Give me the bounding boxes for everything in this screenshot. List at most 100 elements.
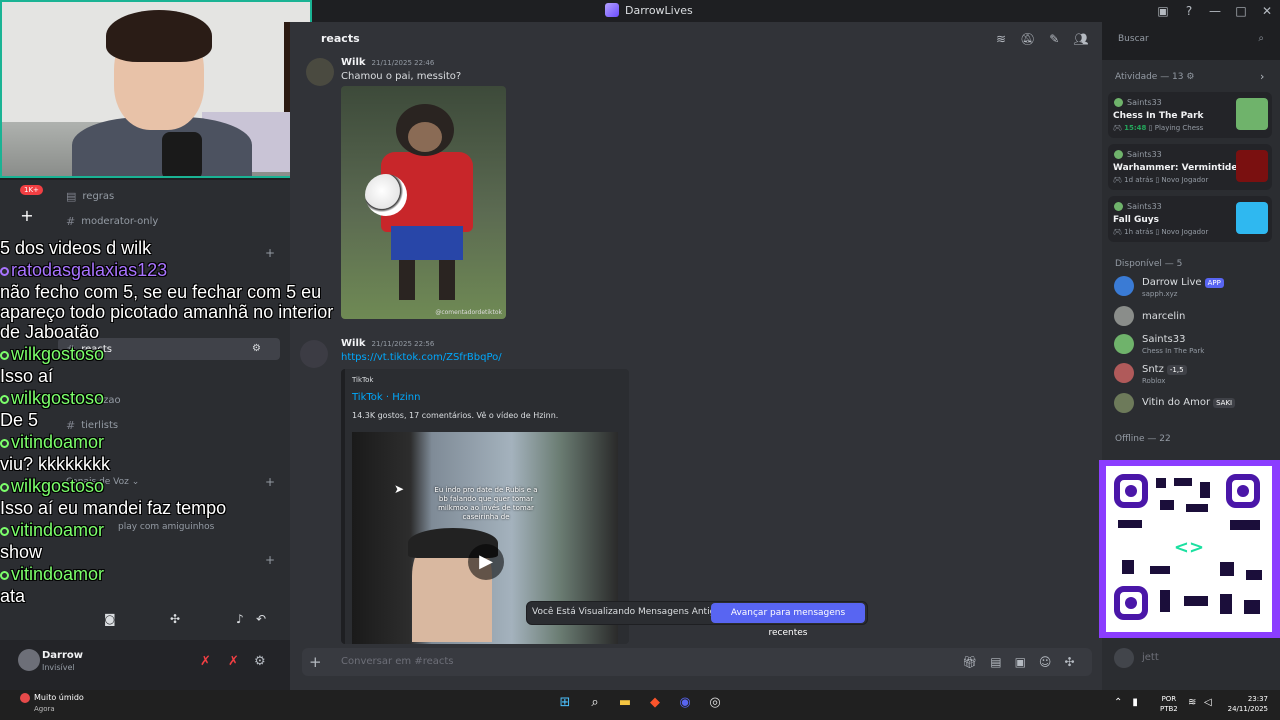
wifi-icon[interactable]: ≋ [1188, 697, 1196, 708]
avatar[interactable] [1114, 276, 1134, 296]
inbox-icon[interactable]: ▣ [1150, 4, 1176, 18]
search-icon[interactable]: ⌕ [586, 694, 604, 712]
chat-username: vitindoamor [0, 520, 345, 540]
screen: DarrowLives ▣ ? — □ ✕ 1K+ + ▤ regras # mod… [0, 0, 1280, 720]
avatar[interactable] [1114, 393, 1134, 413]
apps-icon[interactable]: ✣ [1064, 655, 1074, 669]
attach-icon[interactable]: + [309, 653, 322, 671]
emoji-icon[interactable]: ☺ [1039, 655, 1052, 669]
sticker-icon[interactable]: ▣ [1015, 655, 1026, 669]
webcam-hair [106, 10, 212, 62]
browser-icon[interactable]: ◆ [646, 694, 664, 712]
avatar[interactable] [18, 649, 40, 671]
mic-icon[interactable]: ▮ [1132, 697, 1138, 708]
folder-icon[interactable]: ▬ [616, 694, 634, 712]
qr-module [1200, 482, 1210, 498]
discord-icon[interactable]: ◉ [676, 694, 694, 712]
minimize-button[interactable]: — [1202, 4, 1228, 18]
member-name[interactable]: Darrow Live APP [1142, 277, 1224, 288]
system-tray: ⌃ ▮ [1114, 697, 1138, 708]
image-detail [408, 122, 442, 152]
chat-message: Isso aí eu mandei faz tempo [0, 498, 227, 518]
activity-game: Fall Guys [1113, 215, 1160, 225]
avatar[interactable] [1114, 334, 1134, 354]
maximize-button[interactable]: □ [1228, 4, 1254, 18]
gift-icon[interactable]: 🎁︎ [962, 655, 977, 669]
volume-icon[interactable]: ◁ [1204, 697, 1212, 708]
video-caption: Eu indo pro date de Rubis e a bb falando… [434, 486, 538, 521]
available-header: Disponível — 5 [1115, 259, 1183, 269]
channel-moderator-only[interactable]: # moderator-only [66, 215, 158, 228]
chat-username-text: vitindoamor [11, 564, 105, 584]
weather-icon[interactable] [20, 693, 30, 703]
channel-regras[interactable]: ▤ regras [66, 190, 114, 203]
jump-to-present-button[interactable]: Avançar para mensagens recentes [711, 603, 865, 638]
help-icon[interactable]: ? [1176, 4, 1202, 18]
deafen-icon[interactable]: ✗ [228, 654, 239, 669]
user-dot-icon [0, 267, 9, 276]
search-input[interactable]: Buscar ⌕ [1112, 30, 1270, 48]
chevron-right-icon[interactable]: › [1260, 70, 1264, 83]
gif-icon[interactable]: ▤ [990, 655, 1001, 669]
embed-description: 14.3K gostos, 17 comentários. Vê o vídeo… [352, 411, 559, 420]
composer-placeholder[interactable]: Conversar em #reacts [341, 656, 454, 667]
qr-module [1160, 500, 1174, 510]
message-avatar[interactable] [306, 58, 334, 86]
member-status: Chess In The Park [1142, 347, 1205, 355]
member-name[interactable]: Sntz -1,5 [1142, 364, 1187, 375]
message-author[interactable]: Wilk 21/11/2025 22:56 [341, 338, 434, 349]
message-author[interactable]: Wilk 21/11/2025 22:46 [341, 57, 434, 68]
mute-icon[interactable]: ✗ [200, 654, 211, 669]
pin-icon[interactable]: ✎ [1049, 32, 1059, 46]
qr-module [1220, 594, 1232, 614]
threads-icon[interactable]: ≋ [996, 32, 1006, 46]
obs-icon[interactable]: ◎ [706, 694, 724, 712]
avatar[interactable] [1114, 306, 1134, 326]
clock[interactable]: 23:37 24/11/2025 [1224, 694, 1268, 714]
image-detail [399, 258, 415, 300]
member-name[interactable]: Vitin do Amor SAKI [1142, 397, 1236, 408]
chat-message: viu? kkkkkkkk [0, 454, 111, 474]
activity-user: Saints33 [1127, 98, 1162, 107]
chat-username: vitindoamor [0, 564, 345, 584]
settings-icon[interactable]: ⚙ [254, 654, 266, 669]
add-server-icon[interactable]: + [16, 206, 38, 228]
language-indicator[interactable]: POR PTB2 [1160, 694, 1178, 714]
message-link[interactable]: https://vt.tiktok.com/ZSfrBbqPo/ [341, 352, 502, 363]
member-name[interactable]: jett [1142, 652, 1159, 663]
soundboard-icon[interactable]: ♪ [236, 612, 244, 626]
member-name[interactable]: Saints33 [1142, 334, 1185, 345]
camera-icon[interactable]: ◙ [104, 612, 116, 626]
chat-message: De 5 [0, 410, 39, 430]
qr-module [1174, 478, 1192, 486]
members-icon[interactable]: 👥︎ [1073, 32, 1088, 46]
user-dot-icon [0, 571, 9, 580]
webcam-overlay [0, 0, 312, 178]
notifications-icon[interactable]: 🔕︎ [1020, 32, 1035, 46]
server-logo-icon [605, 3, 619, 17]
game-thumbnail [1236, 202, 1268, 234]
qr-module [1184, 596, 1208, 606]
disconnect-icon[interactable]: ↶ [256, 612, 266, 626]
message-image[interactable]: @comentadordetiktok [341, 86, 506, 319]
activity-user: Saints33 [1127, 202, 1162, 211]
close-button[interactable]: ✕ [1254, 4, 1280, 18]
avatar[interactable] [1114, 648, 1134, 668]
weather-text[interactable]: Muito úmido [34, 693, 84, 702]
qr-finder [1226, 474, 1260, 508]
chat-username: wilkgostoso [0, 388, 345, 408]
play-icon[interactable]: ▶ [468, 544, 504, 580]
offline-header: Offline — 22 [1115, 434, 1171, 444]
member-name[interactable]: marcelin [1142, 311, 1185, 322]
activity-icon[interactable]: ✣ [170, 612, 180, 626]
rules-icon: ▤ [66, 190, 77, 203]
embed-title[interactable]: TikTok · Hzinn [352, 392, 420, 403]
image-detail [439, 258, 455, 300]
user-dot-icon [0, 527, 9, 536]
window-controls: ▣ ? — □ ✕ [1150, 0, 1280, 22]
qr-finder [1114, 474, 1148, 508]
start-icon[interactable]: ⊞ [556, 694, 574, 712]
chevron-up-icon[interactable]: ⌃ [1114, 697, 1122, 708]
avatar[interactable] [1114, 363, 1134, 383]
chat-message: 5 dos videos d wilk [0, 238, 152, 258]
